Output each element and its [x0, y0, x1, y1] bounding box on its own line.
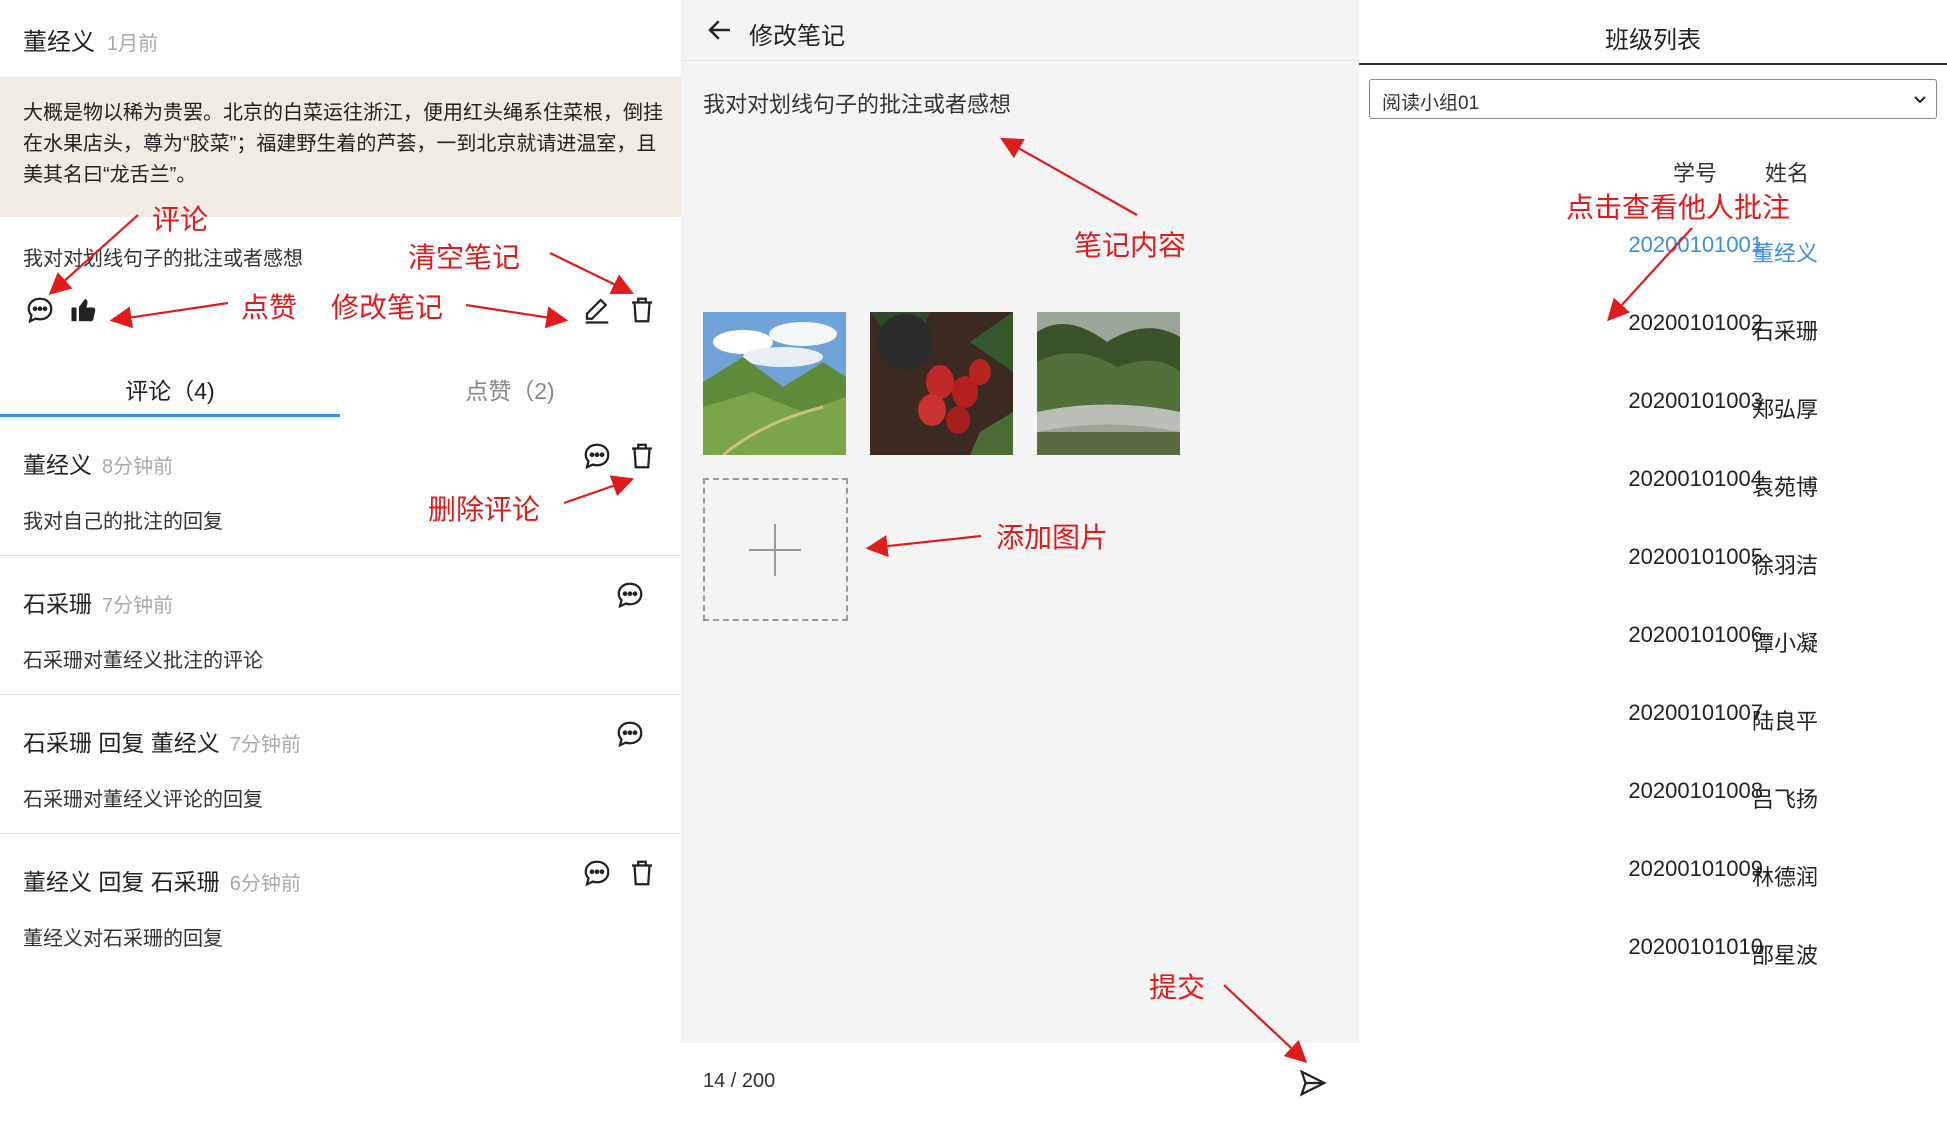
student-row[interactable]: 20200101001 董经义 — [1359, 232, 1947, 272]
comment-time: 7分钟前 — [102, 595, 174, 617]
delete-comment-icon[interactable] — [625, 439, 659, 473]
note-header: 董经义 1月前 — [23, 22, 158, 57]
title-divider — [1359, 63, 1947, 65]
comment-time: 6分钟前 — [229, 873, 301, 895]
annotation-edit-note: 修改笔记 — [331, 292, 444, 323]
comment-author[interactable]: 董经义 — [23, 452, 92, 478]
group-select-value: 阅读小组01 — [1382, 93, 1480, 114]
note-text: 我对对划线句子的批注或者感想 — [23, 248, 303, 270]
student-id[interactable]: 20200101010 — [1359, 934, 1763, 960]
forest-river-photo[interactable] — [1037, 312, 1180, 455]
header-student-id: 学号 — [1359, 156, 1763, 188]
comment-time: 8分钟前 — [102, 456, 174, 478]
reply-comment-icon[interactable] — [613, 717, 647, 751]
student-name[interactable]: 袁苑博 — [1752, 470, 1818, 502]
annotation-note-content: 笔记内容 — [1074, 230, 1187, 261]
reply-comment-icon[interactable] — [580, 856, 614, 890]
comment-author[interactable]: 董经义 回复 石采珊 — [23, 869, 220, 895]
header-student-id-label: 学号 — [1672, 161, 1717, 186]
pencil-icon[interactable] — [580, 293, 614, 327]
student-name[interactable]: 林德润 — [1752, 860, 1818, 892]
student-name[interactable]: 徐羽洁 — [1752, 548, 1818, 580]
comment-item: 石采珊 7分钟前 石采珊对董经义批注的评论 — [0, 556, 681, 695]
reply-comment-icon[interactable] — [580, 439, 614, 473]
student-row[interactable]: 20200101004 袁苑博 — [1359, 466, 1947, 506]
add-image-button[interactable] — [703, 478, 848, 621]
student-row[interactable]: 20200101005 徐羽洁 — [1359, 544, 1947, 584]
group-select[interactable]: 阅读小组01 — [1369, 79, 1937, 119]
tab-comments[interactable]: 评论（4) — [0, 372, 340, 406]
comment-author[interactable]: 石采珊 — [23, 591, 92, 617]
comment-body: 石采珊对董经义批注的评论 — [23, 650, 263, 672]
tab-likes[interactable]: 点赞（2) — [340, 372, 680, 406]
note-time: 1月前 — [107, 33, 159, 55]
student-row[interactable]: 20200101009 林德润 — [1359, 856, 1947, 896]
send-icon[interactable] — [1296, 1066, 1330, 1100]
edit-note-panel: 修改笔记 我对对划线句子的批注或者感想 14 / 200 — [681, 0, 1359, 1125]
student-id[interactable]: 20200101007 — [1359, 700, 1763, 726]
note-content-input[interactable]: 我对对划线句子的批注或者感想 — [703, 87, 1011, 119]
student-id[interactable]: 20200101003 — [1359, 388, 1763, 414]
student-row[interactable]: 20200101010 邵星波 — [1359, 934, 1947, 974]
comment-icon[interactable] — [23, 293, 57, 327]
annotation-like: 点赞 — [241, 292, 298, 323]
student-id[interactable]: 20200101002 — [1359, 310, 1763, 336]
student-id[interactable]: 20200101004 — [1359, 466, 1763, 492]
comment-body: 董经义对石采珊的回复 — [23, 928, 223, 950]
comment-author[interactable]: 石采珊 回复 董经义 — [23, 730, 220, 756]
quote-text: 大概是物以稀为贵罢。北京的白菜运往浙江，便用红头绳系住菜根，倒挂在水果店头，尊为… — [23, 102, 663, 186]
char-counter: 14 / 200 — [703, 1070, 776, 1092]
annotation-submit: 提交 — [1149, 972, 1206, 1003]
student-name[interactable]: 谭小凝 — [1752, 626, 1818, 658]
student-id[interactable]: 20200101001 — [1359, 232, 1763, 258]
student-id[interactable]: 20200101005 — [1359, 544, 1763, 570]
strawberries-photo[interactable] — [870, 312, 1013, 455]
note-detail-panel: 董经义 1月前 大概是物以稀为贵罢。北京的白菜运往浙江，便用红头绳系住菜根，倒挂在… — [0, 0, 681, 1125]
annotation-view-others: 点击查看他人批注 — [1566, 192, 1791, 223]
header-student-name: 姓名 — [1765, 161, 1810, 186]
student-row[interactable]: 20200101003 郑弘厚 — [1359, 388, 1947, 428]
student-row[interactable]: 20200101002 石采珊 — [1359, 310, 1947, 350]
student-name[interactable]: 石采珊 — [1752, 314, 1818, 346]
comment-body: 石采珊对董经义评论的回复 — [23, 789, 263, 811]
note-author[interactable]: 董经义 — [23, 29, 95, 56]
edit-title: 修改笔记 — [749, 23, 845, 50]
mountain-valley-photo[interactable] — [703, 312, 846, 455]
student-row[interactable]: 20200101008 吕飞扬 — [1359, 778, 1947, 818]
chevron-down-icon — [1914, 96, 1926, 104]
annotation-delete-comment: 删除评论 — [428, 494, 541, 525]
thumbs-up-icon[interactable] — [67, 293, 101, 327]
delete-comment-icon[interactable] — [625, 856, 659, 890]
student-id[interactable]: 20200101009 — [1359, 856, 1763, 882]
student-name[interactable]: 董经义 — [1752, 236, 1818, 268]
student-id[interactable]: 20200101006 — [1359, 622, 1763, 648]
student-id[interactable]: 20200101008 — [1359, 778, 1763, 804]
comment-item: 董经义 回复 石采珊 6分钟前 董经义对石采珊的回复 — [0, 834, 681, 972]
comment-item: 董经义 8分钟前 我对自己的批注的回复 — [0, 417, 681, 556]
class-list-title: 班级列表 — [1605, 27, 1701, 54]
trash-icon[interactable] — [625, 293, 659, 327]
comment-time: 7分钟前 — [229, 734, 301, 756]
student-name[interactable]: 郑弘厚 — [1752, 392, 1818, 424]
student-name[interactable]: 吕飞扬 — [1752, 782, 1818, 814]
student-name[interactable]: 陆良平 — [1752, 704, 1818, 736]
reply-comment-icon[interactable] — [613, 578, 647, 612]
plus-icon — [749, 524, 801, 576]
class-list-panel: 班级列表 阅读小组01 学号 姓名 20200101001 董经义 20200101… — [1359, 0, 1947, 1125]
student-name[interactable]: 邵星波 — [1752, 938, 1818, 970]
comment-body: 我对自己的批注的回复 — [23, 511, 223, 533]
back-arrow-icon[interactable] — [703, 13, 737, 47]
annotation-comment: 评论 — [152, 204, 209, 235]
annotation-clear-note: 清空笔记 — [408, 242, 521, 273]
comment-item: 石采珊 回复 董经义 7分钟前 石采珊对董经义评论的回复 — [0, 695, 681, 834]
annotation-add-image: 添加图片 — [996, 522, 1109, 553]
edit-footer: 14 / 200 — [681, 1043, 1359, 1125]
highlighted-quote: 大概是物以稀为贵罢。北京的白菜运往浙江，便用红头绳系住菜根，倒挂在水果店头，尊为… — [0, 77, 681, 217]
student-row[interactable]: 20200101007 陆良平 — [1359, 700, 1947, 740]
student-row[interactable]: 20200101006 谭小凝 — [1359, 622, 1947, 662]
edit-header: 修改笔记 — [681, 0, 1359, 61]
